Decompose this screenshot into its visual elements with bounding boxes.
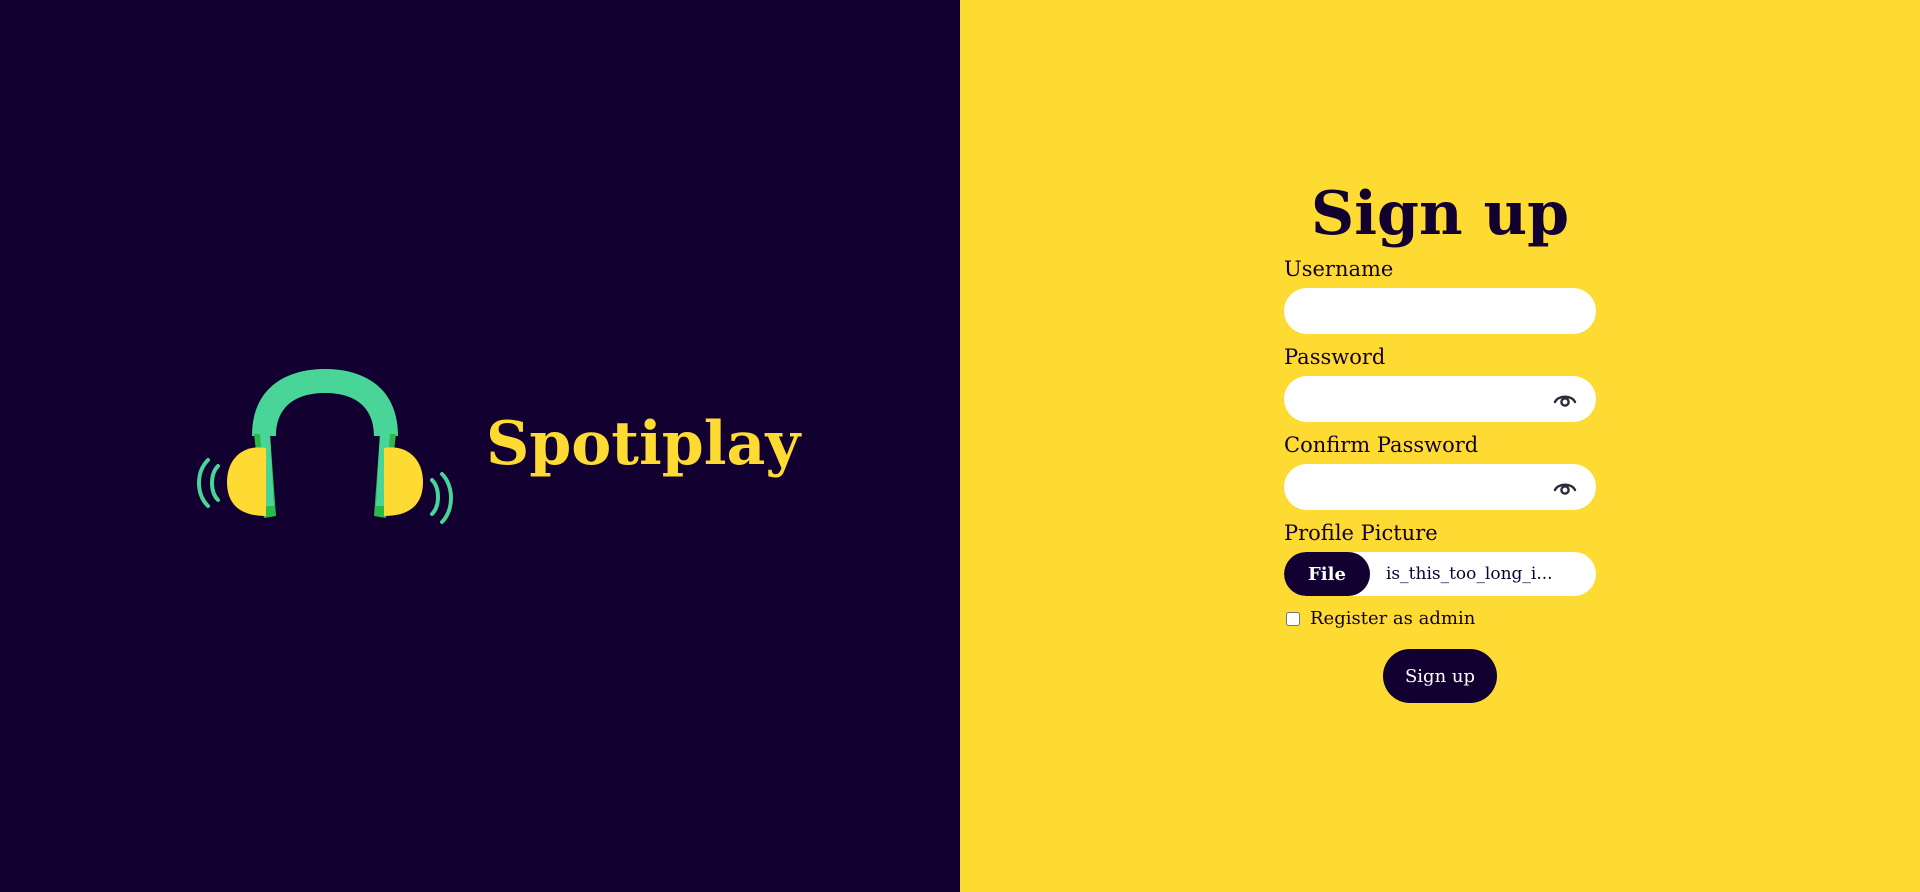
username-input[interactable] xyxy=(1284,288,1596,334)
confirm-password-input[interactable] xyxy=(1284,464,1596,510)
username-label: Username xyxy=(1284,257,1394,281)
password-label: Password xyxy=(1284,345,1386,369)
admin-checkbox[interactable] xyxy=(1286,611,1300,626)
eye-icon[interactable] xyxy=(1552,389,1578,409)
file-name: is_this_too_long_i... xyxy=(1386,564,1553,584)
form-title: Sign up xyxy=(1310,179,1570,249)
submit-row: Sign up xyxy=(1284,649,1596,703)
signup-form: Sign up Username Password Confirm Passwo… xyxy=(1284,176,1596,703)
username-field-wrapper xyxy=(1284,288,1596,334)
admin-checkbox-row: Register as admin xyxy=(1284,608,1596,629)
admin-checkbox-label: Register as admin xyxy=(1310,608,1476,629)
headphones-icon xyxy=(190,366,460,526)
brand-name: Spotiplay xyxy=(486,409,801,479)
brand: Spotiplay xyxy=(190,366,800,526)
password-input[interactable] xyxy=(1284,376,1596,422)
profile-picture-field: File is_this_too_long_i... xyxy=(1284,552,1596,596)
profile-picture-label: Profile Picture xyxy=(1284,521,1438,545)
confirm-password-field-wrapper xyxy=(1284,464,1596,510)
signup-panel: Sign up Username Password Confirm Passwo… xyxy=(960,0,1920,892)
confirm-password-label: Confirm Password xyxy=(1284,433,1479,457)
password-field-wrapper xyxy=(1284,376,1596,422)
eye-icon[interactable] xyxy=(1552,477,1578,497)
page: Spotiplay Sign up Username Password Conf… xyxy=(0,0,1920,892)
signup-button[interactable]: Sign up xyxy=(1383,649,1497,703)
brand-panel: Spotiplay xyxy=(0,0,960,892)
file-button[interactable]: File xyxy=(1284,552,1370,596)
